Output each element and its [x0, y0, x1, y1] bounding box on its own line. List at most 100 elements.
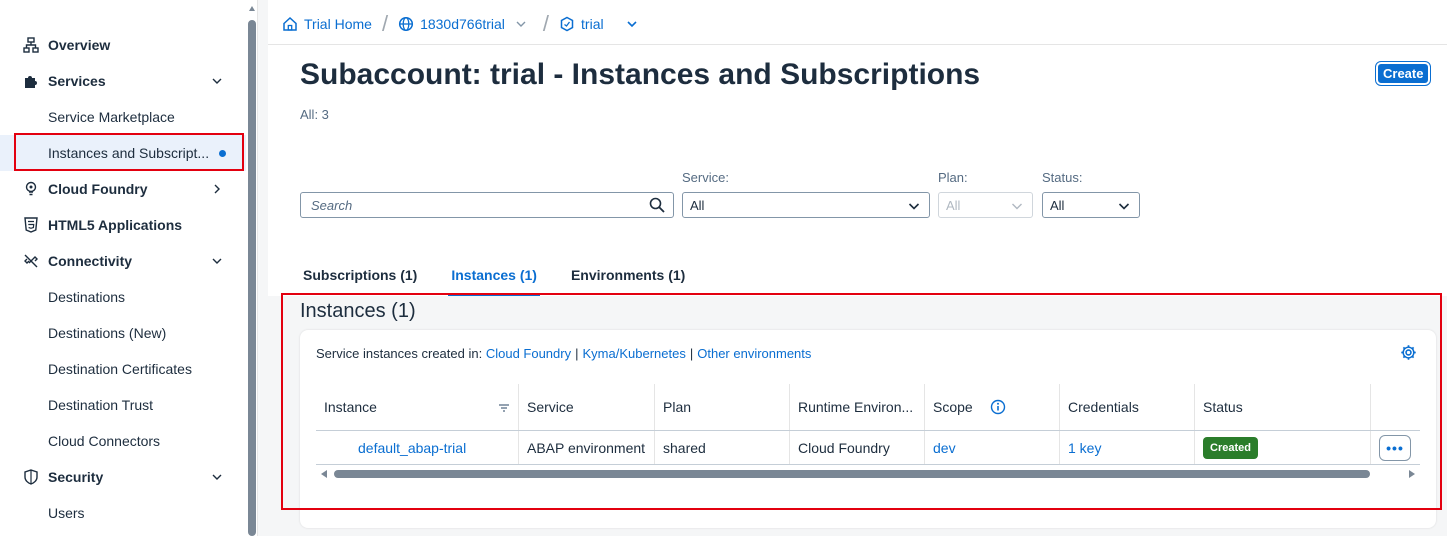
- status-select-value: All: [1050, 197, 1065, 213]
- column-header-scope[interactable]: Scope: [925, 384, 1060, 430]
- globe-icon: [399, 16, 414, 32]
- section-title: Instances (1): [300, 300, 416, 322]
- scroll-right-arrow[interactable]: [1409, 470, 1415, 478]
- cell-scope: dev: [925, 431, 1060, 464]
- chevron-down-icon[interactable]: [210, 254, 224, 268]
- service-select-value: All: [690, 197, 705, 213]
- service-select[interactable]: All: [682, 192, 930, 218]
- cell-instance: default_abap-trial: [316, 431, 519, 464]
- tab-environments[interactable]: Environments (1): [568, 258, 688, 296]
- column-header-label: Credentials: [1068, 399, 1139, 415]
- sidebar-item-security[interactable]: Security: [0, 459, 246, 495]
- gear-icon[interactable]: [1400, 344, 1417, 361]
- search-placeholder: Search: [311, 197, 353, 213]
- scroll-up-arrow[interactable]: [249, 6, 255, 11]
- sidebar-item-label: Instances and Subscript...: [48, 145, 210, 161]
- chevron-down-icon[interactable]: [626, 18, 638, 30]
- breadcrumb-subaccount[interactable]: trial: [559, 16, 644, 32]
- sidebar-item-overview[interactable]: Overview: [0, 27, 246, 63]
- search-input[interactable]: Search: [300, 192, 674, 218]
- column-header-label: Scope: [933, 399, 973, 415]
- more-actions-button[interactable]: •••: [1379, 435, 1411, 461]
- breadcrumb-global-account-label: 1830d766trial: [420, 16, 505, 32]
- cell-credentials: 1 key: [1060, 431, 1195, 464]
- tab-instances[interactable]: Instances (1): [448, 258, 540, 296]
- column-header-label: Status: [1203, 399, 1243, 415]
- column-header-label: Runtime Environ...: [798, 399, 914, 415]
- sidebar-item-label: Connectivity: [48, 253, 133, 269]
- main-content: Trial Home / 1830d766trial / trial Subac…: [268, 0, 1447, 536]
- chevron-down-icon[interactable]: [210, 470, 224, 484]
- breadcrumb-home[interactable]: Trial Home: [282, 16, 372, 32]
- table-header: Instance Service Plan Runtime Environ...…: [316, 384, 1420, 431]
- sidebar-item-connectivity[interactable]: Connectivity: [0, 243, 246, 279]
- scroll-left-arrow[interactable]: [321, 470, 327, 478]
- cell-actions: •••: [1371, 431, 1420, 464]
- sidebar-item-label: Destinations (New): [48, 325, 167, 341]
- status-badge: Created: [1203, 436, 1258, 459]
- search-icon[interactable]: [649, 197, 665, 213]
- chevron-down-icon: [908, 203, 920, 210]
- selected-indicator: [219, 150, 226, 157]
- column-header-status[interactable]: Status: [1195, 384, 1371, 430]
- create-button[interactable]: Create: [1374, 61, 1432, 86]
- tab-bar: Subscriptions (1) Instances (1) Environm…: [300, 258, 716, 296]
- breadcrumb-global-account[interactable]: 1830d766trial: [398, 16, 533, 32]
- item-count: All: 3: [300, 107, 329, 122]
- link-kyma-kubernetes[interactable]: Kyma/Kubernetes: [583, 346, 686, 361]
- cube-icon: [560, 16, 574, 32]
- sidebar: Overview Services Service Marketplace In…: [0, 0, 258, 536]
- chevron-down-icon[interactable]: [515, 18, 527, 30]
- puzzle-icon: [22, 72, 40, 90]
- column-header-instance[interactable]: Instance: [316, 384, 519, 430]
- column-header-credentials[interactable]: Credentials: [1060, 384, 1195, 430]
- lightbulb-icon: [22, 180, 40, 198]
- sidebar-item-label: Destination Trust: [48, 397, 154, 413]
- sidebar-item-label: HTML5 Applications: [48, 217, 183, 233]
- sidebar-item-users[interactable]: Users: [0, 495, 246, 531]
- sidebar-item-html5-applications[interactable]: HTML5 Applications: [0, 207, 246, 243]
- chevron-down-icon: [1118, 203, 1130, 210]
- column-header-label: Instance: [324, 399, 377, 415]
- scope-link[interactable]: dev: [933, 440, 956, 456]
- column-header-service[interactable]: Service: [519, 384, 655, 430]
- breadcrumb-separator: /: [542, 11, 550, 36]
- instance-link[interactable]: default_abap-trial: [358, 440, 466, 456]
- status-select[interactable]: All: [1042, 192, 1140, 218]
- sidebar-item-destinations[interactable]: Destinations: [0, 279, 246, 315]
- sidebar-item-label: Users: [48, 505, 85, 521]
- chevron-down-icon[interactable]: [210, 74, 224, 88]
- info-icon[interactable]: [990, 399, 1006, 415]
- column-header-label: Service: [527, 399, 574, 415]
- sidebar-item-instances-subscriptions[interactable]: Instances and Subscript...: [0, 135, 246, 171]
- table-horizontal-scrollbar[interactable]: [316, 468, 1420, 480]
- sidebar-item-cloud-foundry[interactable]: Cloud Foundry: [0, 171, 246, 207]
- sidebar-item-cloud-connectors[interactable]: Cloud Connectors: [0, 423, 246, 459]
- breadcrumb-subaccount-label: trial: [581, 16, 604, 32]
- sidebar-item-label: Cloud Foundry: [48, 181, 148, 197]
- chevron-right-icon[interactable]: [210, 182, 224, 196]
- hierarchy-icon: [22, 36, 40, 54]
- sidebar-item-services[interactable]: Services: [0, 63, 246, 99]
- table-row[interactable]: default_abap-trial ABAP environment shar…: [316, 431, 1420, 465]
- sort-icon[interactable]: [498, 403, 510, 413]
- sidebar-item-label: Service Marketplace: [48, 109, 175, 125]
- sidebar-item-destinations-new[interactable]: Destinations (New): [0, 315, 246, 351]
- column-header-plan[interactable]: Plan: [655, 384, 790, 430]
- sidebar-item-destination-trust[interactable]: Destination Trust: [0, 387, 246, 423]
- link-other-environments[interactable]: Other environments: [697, 346, 811, 361]
- scrollbar-thumb[interactable]: [248, 20, 256, 536]
- scrollbar-thumb[interactable]: [334, 470, 1370, 478]
- sidebar-item-service-marketplace[interactable]: Service Marketplace: [0, 99, 246, 135]
- column-header-label: Plan: [663, 399, 692, 415]
- instances-card: Service instances created in: Cloud Foun…: [300, 330, 1436, 528]
- plan-select[interactable]: All: [938, 192, 1033, 218]
- column-header-runtime-environment[interactable]: Runtime Environ...: [790, 384, 925, 430]
- sidebar-item-destination-certificates[interactable]: Destination Certificates: [0, 351, 246, 387]
- credentials-link[interactable]: 1 key: [1068, 440, 1101, 456]
- cell-service: ABAP environment: [519, 431, 655, 464]
- tab-subscriptions[interactable]: Subscriptions (1): [300, 258, 420, 296]
- link-cloud-foundry[interactable]: Cloud Foundry: [486, 346, 571, 361]
- sidebar-item-label: Destination Certificates: [48, 361, 192, 377]
- sidebar-scrollbar[interactable]: [247, 6, 257, 536]
